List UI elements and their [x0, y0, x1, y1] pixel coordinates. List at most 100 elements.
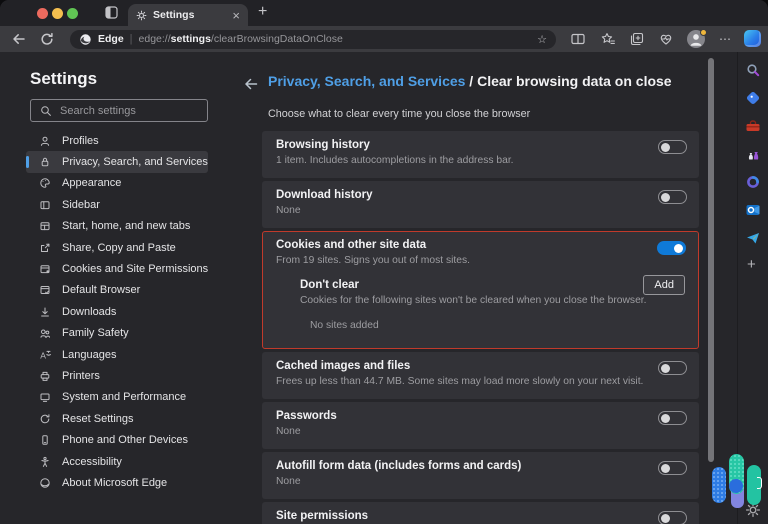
- sidebar-item[interactable]: Family Safety: [26, 323, 208, 344]
- setting-subtitle: Frees up less than 44.7 MB. Some sites m…: [276, 376, 685, 387]
- profile-badge: [700, 29, 707, 36]
- setting-subtitle: None: [276, 205, 685, 216]
- cursor-overlay-blue-dot: [729, 479, 743, 493]
- traffic-light-close[interactable]: [37, 8, 48, 19]
- new-tab-button[interactable]: +: [258, 3, 267, 21]
- sidebar-item-label: Downloads: [62, 306, 116, 318]
- rail-outlook-icon[interactable]: [745, 202, 761, 218]
- rail-m365-icon[interactable]: [745, 174, 761, 190]
- browser-essentials-icon[interactable]: [658, 31, 674, 47]
- sidebar-item[interactable]: Cookies and Site Permissions: [26, 258, 208, 279]
- add-site-button[interactable]: Add: [643, 275, 685, 295]
- favorites-icon[interactable]: [600, 31, 616, 47]
- sidebar-item-label: Phone and Other Devices: [62, 434, 188, 446]
- rail-games-icon[interactable]: [745, 146, 761, 162]
- setting-row: Cookies and other site data From 19 site…: [262, 231, 699, 349]
- toggle-switch[interactable]: [658, 411, 687, 425]
- rail-search-icon[interactable]: [745, 62, 761, 78]
- sidebar-item[interactable]: Privacy, Search, and Services: [26, 151, 208, 172]
- sidebar-item-label: Default Browser: [62, 284, 140, 296]
- search-settings-input[interactable]: [60, 105, 180, 117]
- rail-tools-icon[interactable]: [745, 118, 761, 134]
- toggle-switch[interactable]: [658, 361, 687, 375]
- setting-title: Autofill form data (includes forms and c…: [276, 460, 685, 472]
- printer-icon: [39, 370, 51, 382]
- breadcrumb-parent-link[interactable]: Privacy, Search, and Services: [268, 73, 465, 89]
- traffic-light-minimize[interactable]: [52, 8, 63, 19]
- url-bar[interactable]: Edge | edge://settings/clearBrowsingData…: [70, 30, 556, 49]
- toggle-knob: [661, 464, 670, 473]
- sidebar-item[interactable]: Downloads: [26, 301, 208, 322]
- sidebar-item[interactable]: Appearance: [26, 173, 208, 194]
- setting-title: Site permissions: [276, 510, 685, 522]
- sidebar-item-label: Cookies and Site Permissions: [62, 263, 208, 275]
- sidebar-item[interactable]: Accessibility: [26, 451, 208, 472]
- sidebar-item[interactable]: Reset Settings: [26, 408, 208, 429]
- page-subtitle: Choose what to clear every time you clos…: [268, 108, 530, 120]
- copilot-icon[interactable]: [744, 30, 761, 47]
- tab-close-icon[interactable]: ×: [232, 9, 240, 22]
- toggle-switch[interactable]: [658, 461, 687, 475]
- setting-row: Site permissions None: [262, 502, 699, 524]
- workspaces-icon[interactable]: [105, 6, 118, 19]
- sidebar-item[interactable]: Default Browser: [26, 280, 208, 301]
- refresh-button[interactable]: [39, 31, 55, 47]
- toggle-switch[interactable]: [658, 140, 687, 154]
- settings-sidebar: Settings Profiles Privacy, Search, and Se…: [0, 52, 232, 524]
- cursor-overlay-blue-pill: [712, 467, 726, 503]
- search-settings-box[interactable]: [30, 99, 208, 122]
- toggle-knob: [661, 364, 670, 373]
- share-icon: [39, 242, 51, 254]
- sidebar-item[interactable]: Start, home, and new tabs: [26, 216, 208, 237]
- rail-shopping-icon[interactable]: [745, 90, 761, 106]
- rail-add-button[interactable]: +: [747, 256, 756, 273]
- sidebar-item[interactable]: About Microsoft Edge: [26, 472, 208, 493]
- sidebar-item-label: Accessibility: [62, 456, 122, 468]
- sidebar-item[interactable]: Share, Copy and Paste: [26, 237, 208, 258]
- sidebar-item[interactable]: Sidebar: [26, 194, 208, 215]
- sidebar-item[interactable]: ALanguages: [26, 344, 208, 365]
- setting-subtitle: None: [276, 476, 685, 487]
- favorite-star-icon[interactable]: ☆: [537, 33, 547, 46]
- back-button[interactable]: [11, 31, 27, 47]
- url-text: edge://settings/clearBrowsingDataOnClose: [139, 33, 532, 45]
- breadcrumb-back-button[interactable]: [243, 76, 259, 92]
- toggle-knob: [661, 143, 670, 152]
- dont-clear-section: Don't clear Add Cookies for the followin…: [300, 279, 685, 331]
- reset-icon: [39, 413, 51, 425]
- no-sites-message: No sites added: [310, 320, 685, 331]
- sidebar-item-label: Sidebar: [62, 199, 100, 211]
- accessibility-icon: [39, 456, 51, 468]
- setting-row: Browsing history 1 item. Includes autoco…: [262, 131, 699, 178]
- setting-title: Cached images and files: [276, 360, 685, 372]
- dont-clear-description: Cookies for the following sites won't be…: [300, 295, 685, 306]
- toggle-switch[interactable]: [658, 511, 687, 524]
- sidebar-item-label: Profiles: [62, 135, 99, 147]
- sidebar-item[interactable]: Phone and Other Devices: [26, 429, 208, 450]
- page-scrollbar[interactable]: [708, 58, 714, 462]
- gear-icon: [136, 10, 147, 21]
- setting-row: Cached images and files Frees up less th…: [262, 352, 699, 399]
- edge-logo-icon: [79, 33, 92, 46]
- settings-tab[interactable]: Settings ×: [128, 4, 248, 26]
- setting-subtitle: 1 item. Includes autocompletions in the …: [276, 155, 685, 166]
- sidebar-item-label: System and Performance: [62, 391, 186, 403]
- browser-window: Settings × + Edge | edge://settings/clea…: [0, 0, 768, 524]
- toggle-switch[interactable]: [658, 190, 687, 204]
- traffic-light-zoom[interactable]: [67, 8, 78, 19]
- sidebar-item[interactable]: Profiles: [26, 130, 208, 151]
- sidebar-item-label: Appearance: [62, 177, 121, 189]
- sidebar-item-label: Family Safety: [62, 327, 129, 339]
- toggle-switch[interactable]: [657, 241, 686, 255]
- toggle-knob: [661, 514, 670, 523]
- sidebar-item[interactable]: System and Performance: [26, 387, 208, 408]
- sidebar-item-label: Languages: [62, 349, 116, 361]
- rail-drop-icon[interactable]: [745, 230, 761, 246]
- sidebar-title: Settings: [30, 69, 97, 89]
- setting-subtitle: None: [276, 426, 685, 437]
- setting-row: Passwords None: [262, 402, 699, 449]
- collections-icon[interactable]: [629, 31, 645, 47]
- sidebar-item[interactable]: Printers: [26, 365, 208, 386]
- more-menu-button[interactable]: ⋯: [719, 32, 732, 46]
- split-screen-icon[interactable]: [570, 31, 586, 47]
